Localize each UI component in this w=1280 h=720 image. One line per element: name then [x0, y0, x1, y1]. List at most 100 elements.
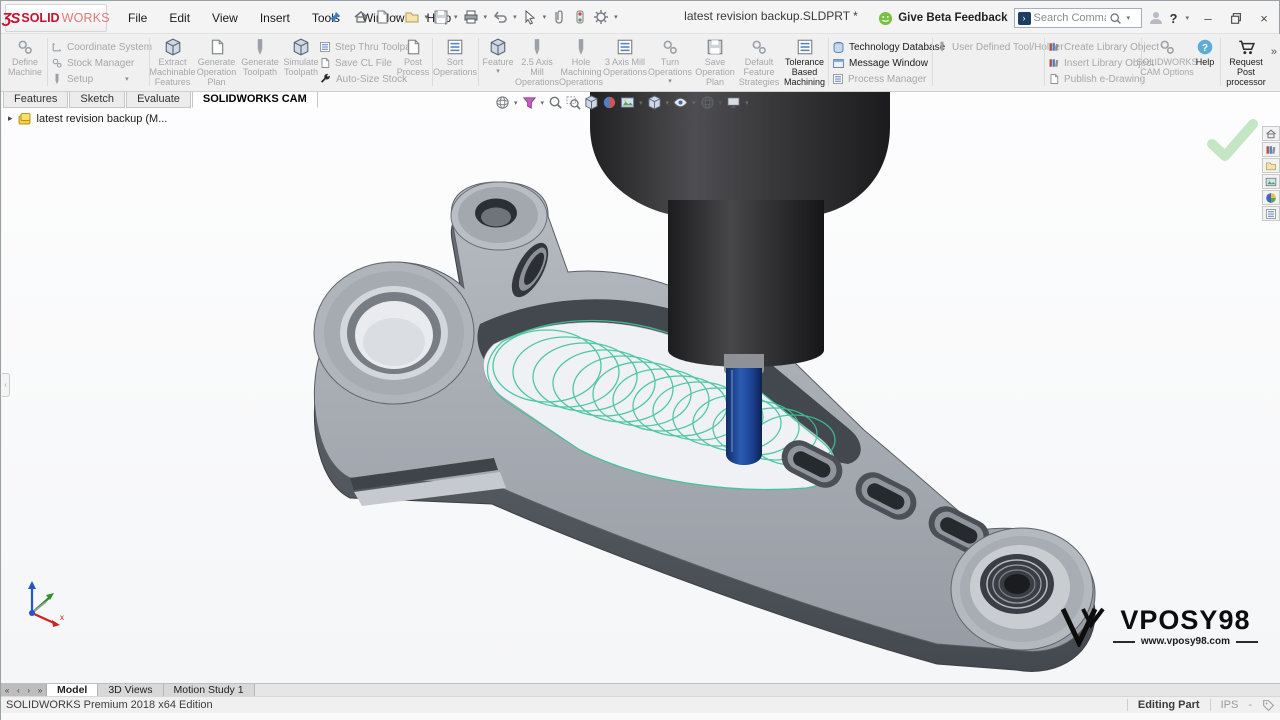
nav-last-icon[interactable]: »: [38, 686, 42, 695]
tab-motion-study-1[interactable]: Motion Study 1: [163, 684, 255, 696]
view-orientation-icon[interactable]: [494, 94, 511, 111]
apply-scene-icon[interactable]: [619, 94, 636, 111]
help-dropdown-caret[interactable]: ▾: [1185, 14, 1189, 22]
login-person-icon[interactable]: [1148, 10, 1164, 26]
units-selector[interactable]: IPS: [1221, 699, 1239, 711]
ribbon-create-library-object[interactable]: Create Library Object: [1048, 39, 1159, 55]
ribbon-save-operation-plan[interactable]: Save Operation Plan: [694, 36, 736, 90]
nav-first-icon[interactable]: «: [5, 686, 9, 695]
hide-show-caret[interactable]: ▾: [692, 99, 696, 107]
menu-edit[interactable]: Edit: [158, 11, 201, 25]
file-explorer-icon[interactable]: [1262, 158, 1280, 173]
cutting-tool[interactable]: [726, 368, 762, 465]
ribbon-generate-toolpath[interactable]: Generate Toolpath: [240, 36, 280, 90]
new-document-button[interactable]: [372, 7, 392, 27]
custom-properties-icon[interactable]: [1262, 206, 1280, 221]
search-dropdown-caret[interactable]: ▾: [1127, 14, 1131, 22]
display-style-icon[interactable]: [646, 94, 663, 111]
search-commands-box[interactable]: › ▾: [1013, 8, 1142, 28]
menu-view[interactable]: View: [201, 11, 249, 25]
new-dropdown-caret[interactable]: ▾: [395, 13, 399, 21]
help-button[interactable]: ?: [1170, 11, 1178, 26]
ribbon-publish-edrawing[interactable]: Publish e-Drawing: [1048, 71, 1145, 87]
tree-expander-icon[interactable]: ▸: [8, 113, 13, 124]
ribbon-request-post-processor[interactable]: Request Post processor: [1223, 36, 1269, 90]
tab-evaluate[interactable]: Evaluate: [126, 92, 191, 108]
units-caret[interactable]: -: [1248, 699, 1252, 711]
print-button[interactable]: [461, 7, 481, 27]
confirmation-check-icon[interactable]: [1207, 119, 1258, 161]
3d-model-scene[interactable]: [2, 92, 1280, 683]
section-view-caret[interactable]: ▾: [541, 99, 545, 107]
view-orientation-caret[interactable]: ▾: [514, 99, 518, 107]
panel-collapse-tab[interactable]: ‹: [2, 373, 10, 397]
appearances-scenes-icon[interactable]: [1262, 190, 1280, 205]
view-settings-icon[interactable]: [725, 94, 742, 111]
ribbon-user-defined-tool-holder[interactable]: User Defined Tool/Holder: [936, 39, 1064, 55]
ribbon-technology-database[interactable]: Technology Database: [832, 39, 945, 55]
ribbon-generate-operation-plan[interactable]: Generate Operation Plan: [195, 36, 238, 90]
tab-solidworks-cam[interactable]: SOLIDWORKS CAM: [191, 92, 318, 108]
select-button[interactable]: [520, 7, 540, 27]
nav-prev-icon[interactable]: ‹: [17, 686, 20, 695]
tab-3d-views[interactable]: 3D Views: [98, 684, 164, 696]
ribbon-hole-machining-operations[interactable]: Hole Machining Operations: [559, 36, 603, 90]
feature-caret[interactable]: ▾: [496, 68, 500, 76]
print-dropdown-caret[interactable]: ▾: [484, 13, 488, 21]
tab-features[interactable]: Features: [3, 92, 69, 108]
edit-appearance-icon[interactable]: [601, 94, 618, 111]
ribbon-tolerance-based-machining[interactable]: Tolerance Based Machining: [782, 36, 827, 90]
ribbon-3-axis-mill-operations[interactable]: 3 Axis Mill Operations: [603, 36, 647, 90]
ribbon-turn-operations[interactable]: Turn Operations ▾: [647, 36, 693, 90]
menu-insert[interactable]: Insert: [249, 11, 301, 25]
ribbon-define-machine[interactable]: Define Machine: [5, 36, 45, 90]
attach-button[interactable]: [549, 7, 569, 27]
pin-menu-icon[interactable]: [328, 10, 342, 24]
view-settings-caret[interactable]: ▾: [745, 99, 749, 107]
tab-nav-buttons[interactable]: « ‹ › »: [1, 684, 47, 696]
save-dropdown-caret[interactable]: ▾: [454, 13, 458, 21]
solidworks-resources-icon[interactable]: [1262, 126, 1280, 141]
search-scope-icon[interactable]: ›: [1017, 11, 1031, 25]
ribbon-message-window[interactable]: Message Window: [832, 55, 931, 71]
tree-root-label[interactable]: latest revision backup (M...: [37, 113, 168, 125]
restore-button[interactable]: [1225, 8, 1247, 28]
ribbon-post-process[interactable]: Post Process: [393, 36, 433, 90]
ribbon-default-feature-strategies[interactable]: Default Feature Strategies: [737, 36, 781, 90]
tab-model[interactable]: Model: [47, 684, 99, 696]
section-view-icon[interactable]: [521, 94, 538, 111]
main-boss[interactable]: [313, 261, 475, 405]
minimize-button[interactable]: –: [1197, 8, 1219, 28]
zoom-to-area-icon[interactable]: [565, 94, 582, 111]
turn-operations-caret[interactable]: ▾: [668, 78, 672, 86]
ribbon-25-axis-mill-operations[interactable]: 2.5 Axis Mill Operations: [515, 36, 559, 90]
home-button[interactable]: [351, 7, 371, 27]
ribbon-solidworks-cam-options[interactable]: SOLIDWORKS CAM Options: [1137, 36, 1198, 90]
view-palette-icon[interactable]: [1262, 174, 1280, 189]
nav-next-icon[interactable]: ›: [27, 686, 30, 695]
ribbon-setup[interactable]: Setup ▾: [51, 71, 148, 87]
menu-file[interactable]: File: [117, 11, 158, 25]
menu-tools[interactable]: Tools: [301, 11, 351, 25]
search-input[interactable]: [1033, 12, 1106, 24]
save-button[interactable]: [431, 7, 451, 27]
zoom-to-fit-icon[interactable]: [547, 94, 564, 111]
display-style-caret[interactable]: ▾: [666, 99, 670, 107]
ribbon-process-manager[interactable]: Process Manager: [832, 71, 931, 87]
search-icon[interactable]: [1109, 12, 1122, 25]
top-boss[interactable]: [450, 181, 548, 251]
give-beta-feedback-button[interactable]: Give Beta Feedback: [878, 11, 1008, 26]
ribbon-help[interactable]: Help: [1191, 36, 1219, 90]
custom-properties-tag-icon[interactable]: [1262, 699, 1275, 712]
hide-show-items-icon[interactable]: [672, 94, 689, 111]
graphics-area[interactable]: ▾ ▾ ▾ ▾ ▾ ▾ ▾ ▸ latest revision backup (…: [2, 92, 1280, 683]
visualization-caret[interactable]: ▾: [719, 99, 723, 107]
ribbon-extract-machinable-features[interactable]: Extract Machinable Features: [149, 36, 196, 90]
ribbon-coordinate-system[interactable]: Coordinate System: [51, 39, 152, 55]
select-dropdown-caret[interactable]: ▾: [543, 13, 547, 21]
undo-button[interactable]: [490, 7, 510, 27]
ribbon-insert-library-object[interactable]: Insert Library Object: [1048, 55, 1154, 71]
tab-sketch[interactable]: Sketch: [69, 92, 126, 108]
open-dropdown-caret[interactable]: ▾: [425, 13, 429, 21]
apply-scene-caret[interactable]: ▾: [639, 99, 643, 107]
